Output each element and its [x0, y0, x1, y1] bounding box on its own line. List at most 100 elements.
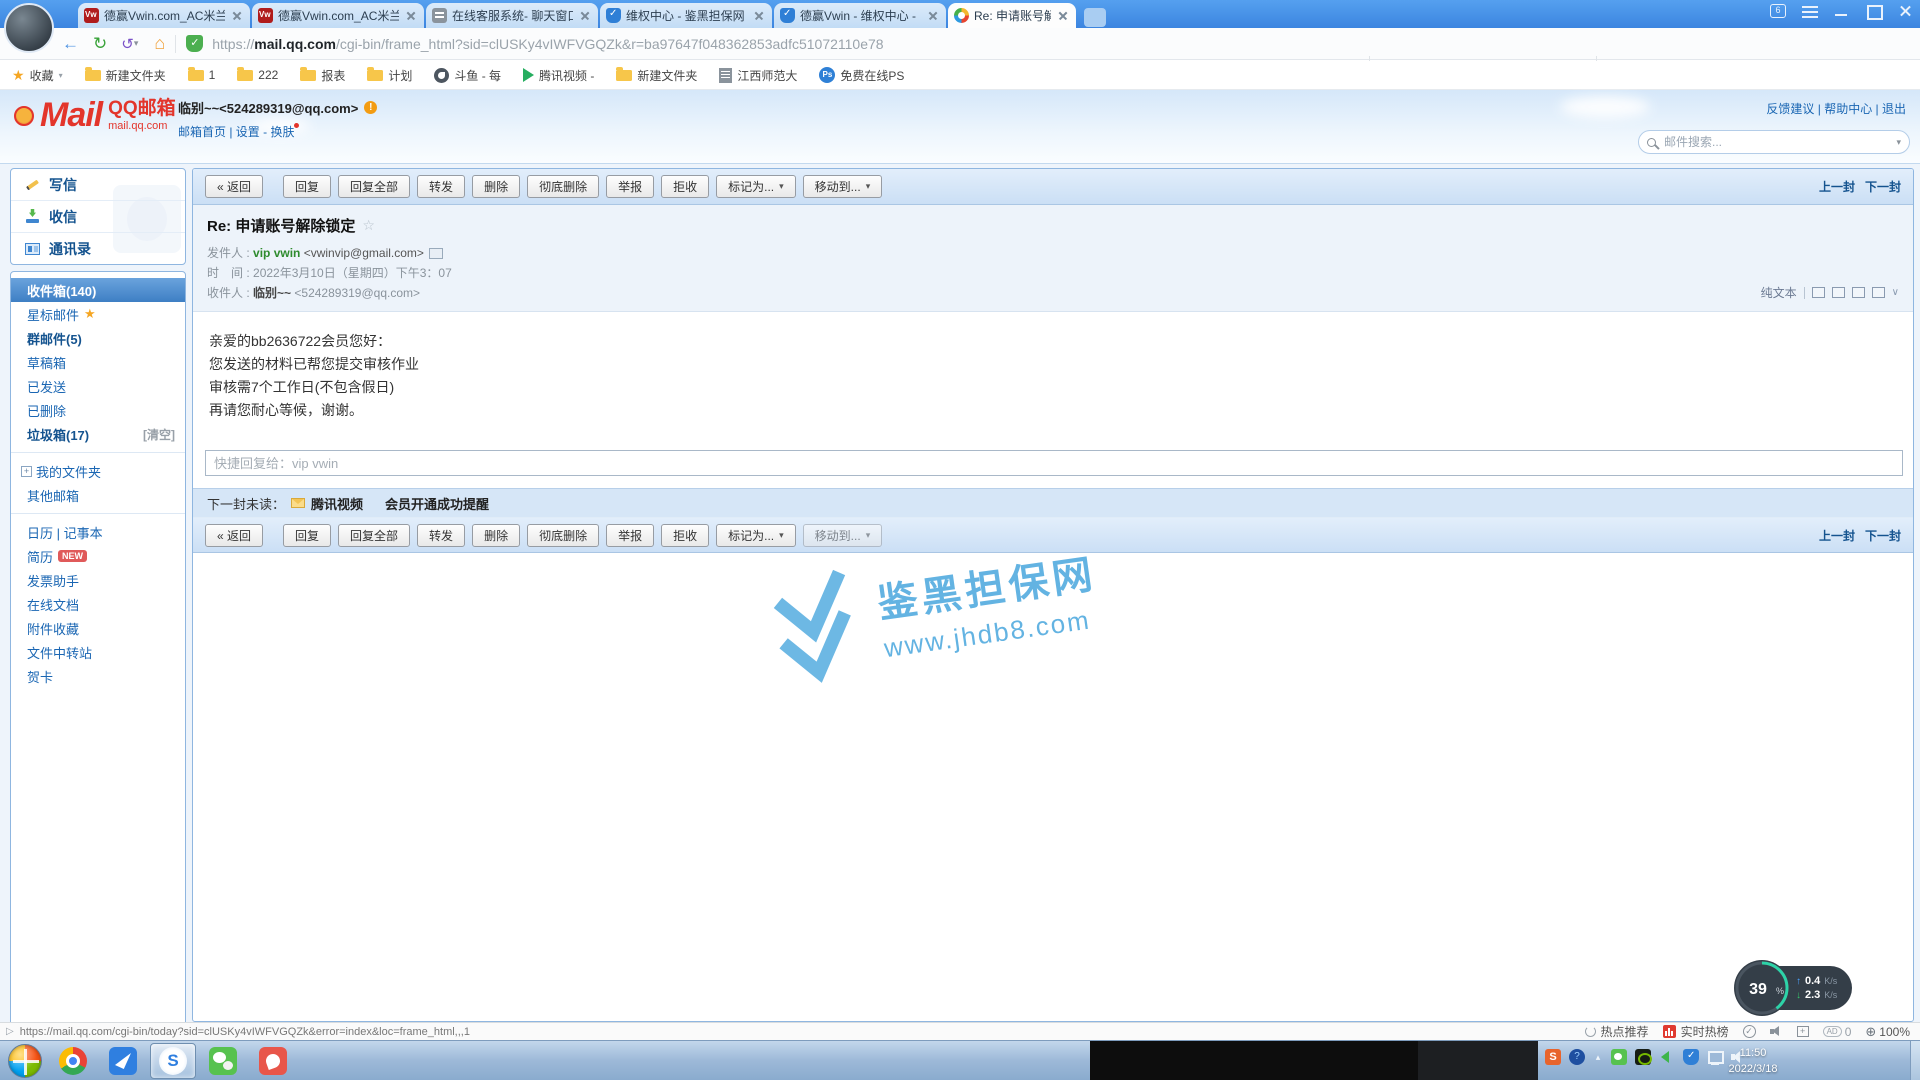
- bookmark-item-ps[interactable]: Ps免费在线PS: [819, 67, 904, 84]
- move-to-button[interactable]: 移动到...: [803, 524, 883, 547]
- print-icon[interactable]: [1872, 287, 1885, 298]
- next-message-link[interactable]: 下一封: [1865, 527, 1901, 544]
- sidebar-item-group-mail[interactable]: 群邮件(5): [11, 326, 185, 350]
- header-links[interactable]: 反馈建议 | 帮助中心 | 退出: [1766, 100, 1906, 117]
- tab-close-icon[interactable]: [752, 9, 766, 23]
- sender-email[interactable]: <vwinvip@gmail.com>: [304, 246, 424, 260]
- account-links[interactable]: 邮箱首页 | 设置 - 换肤: [178, 125, 294, 139]
- sidebar-item-resume[interactable]: 简历NEW: [11, 544, 185, 568]
- browser-tab[interactable]: 维权中心 - 鉴黑担保网: [600, 3, 772, 28]
- zoom-control[interactable]: ⊕ 100%: [1865, 1024, 1910, 1040]
- prev-message-link[interactable]: 上一封: [1819, 178, 1855, 195]
- browser-tab[interactable]: 德赢Vwin.com_AC米兰: [78, 3, 250, 28]
- compose-button[interactable]: 写信: [11, 169, 185, 201]
- start-button[interactable]: [8, 1044, 42, 1078]
- search-scope-caret-icon[interactable]: ▾: [1896, 137, 1901, 148]
- taskbar-sogou-browser[interactable]: S: [150, 1043, 196, 1079]
- collapse-icon[interactable]: ∨: [1892, 287, 1899, 298]
- star-outline-icon[interactable]: ☆: [362, 217, 375, 234]
- forward-button[interactable]: 转发: [417, 524, 465, 547]
- taskbar-wechat[interactable]: [200, 1043, 246, 1079]
- delete-button[interactable]: 删除: [472, 175, 520, 198]
- receive-button[interactable]: 收信: [11, 201, 185, 233]
- browser-tab[interactable]: 德赢Vwin.com_AC米兰: [252, 3, 424, 28]
- back-icon[interactable]: ←: [62, 34, 79, 54]
- reply-button[interactable]: 回复: [283, 524, 331, 547]
- tray-help-icon[interactable]: ?: [1569, 1049, 1585, 1065]
- bookmark-item-tencent-video[interactable]: 腾讯视频 -: [523, 67, 594, 84]
- tray-sogou-icon[interactable]: S: [1545, 1049, 1561, 1065]
- mark-as-button[interactable]: 标记为...: [716, 524, 796, 547]
- sidebar-item-spam[interactable]: 垃圾箱(17)[清空]: [11, 422, 185, 446]
- mail-search-box[interactable]: ▾: [1638, 130, 1910, 154]
- undo-icon[interactable]: ↺: [121, 35, 134, 53]
- block-button[interactable]: 拒收: [661, 524, 709, 547]
- sidebar-item-other-accounts[interactable]: 其他邮箱: [11, 483, 185, 507]
- sidebar-item-starred[interactable]: 星标邮件★: [11, 302, 185, 326]
- taskbar-xunlei[interactable]: [100, 1043, 146, 1079]
- close-icon[interactable]: [1898, 4, 1914, 18]
- open-in-new-icon[interactable]: [1812, 287, 1825, 298]
- report-button[interactable]: 举报: [606, 524, 654, 547]
- mark-as-button[interactable]: 标记为...: [716, 175, 796, 198]
- back-button[interactable]: « 返回: [205, 524, 263, 547]
- reply-button[interactable]: 回复: [283, 175, 331, 198]
- bookmark-item[interactable]: 计划: [367, 67, 412, 84]
- note-icon[interactable]: [1832, 287, 1845, 298]
- alert-icon[interactable]: !: [364, 101, 377, 114]
- taskbar-red-app[interactable]: [250, 1043, 296, 1079]
- tab-close-icon[interactable]: [926, 9, 940, 23]
- move-to-button[interactable]: 移动到...: [803, 175, 883, 198]
- minimize-icon[interactable]: [1834, 4, 1850, 18]
- sender-name[interactable]: vip vwin: [253, 246, 300, 260]
- bookmark-item[interactable]: 新建文件夹: [85, 67, 166, 84]
- delete-forever-button[interactable]: 彻底删除: [527, 175, 599, 198]
- undo-caret-icon[interactable]: ▾: [134, 38, 139, 49]
- delete-button[interactable]: 删除: [472, 524, 520, 547]
- reply-all-button[interactable]: 回复全部: [338, 524, 410, 547]
- browser-tab[interactable]: 在线客服系统- 聊天窗口: [426, 3, 598, 28]
- report-button[interactable]: 举报: [606, 175, 654, 198]
- sidebar-item-invoice[interactable]: 发票助手: [11, 568, 185, 592]
- next-unread-sender[interactable]: 腾讯视频: [311, 494, 363, 513]
- taskbar-clock[interactable]: 11:50 2022/3/18: [1718, 1045, 1788, 1077]
- sidebar-item-attachments[interactable]: 附件收藏: [11, 616, 185, 640]
- recipient-name[interactable]: 临别~~: [253, 286, 291, 300]
- tab-close-icon[interactable]: [1056, 9, 1070, 23]
- bookmark-item[interactable]: 1: [188, 68, 216, 82]
- memory-percent-circle[interactable]: 39 %: [1732, 958, 1792, 1018]
- quick-reply-input[interactable]: [205, 450, 1903, 476]
- mail-search-input[interactable]: [1664, 135, 1890, 149]
- sidebar-item-drafts[interactable]: 草稿箱: [11, 350, 185, 374]
- mute-icon[interactable]: [1770, 1026, 1783, 1037]
- tray-wechat-icon[interactable]: [1611, 1049, 1627, 1065]
- download-icon[interactable]: [1852, 287, 1865, 298]
- tray-security-shield-icon[interactable]: [1683, 1049, 1699, 1065]
- refresh-icon[interactable]: ↻: [93, 34, 107, 54]
- empty-spam-link[interactable]: [清空]: [143, 426, 175, 443]
- tray-expand-icon[interactable]: ▴: [1593, 1049, 1603, 1065]
- next-unread-subject[interactable]: 会员开通成功提醒: [385, 494, 489, 513]
- tab-close-icon[interactable]: [404, 9, 418, 23]
- plain-text-label[interactable]: 纯文本: [1761, 284, 1797, 301]
- address-bar[interactable]: https://mail.qq.com/cgi-bin/frame_html?s…: [212, 36, 883, 52]
- sidebar-item-docs[interactable]: 在线文档: [11, 592, 185, 616]
- bookmark-favorites[interactable]: ★ 收藏 ▾: [12, 67, 63, 84]
- security-shield-icon[interactable]: [186, 35, 203, 52]
- taskbar-dark-window[interactable]: [1090, 1041, 1538, 1080]
- menu-icon[interactable]: [1802, 6, 1818, 18]
- contacts-button[interactable]: 通讯录: [11, 233, 185, 265]
- bookmark-item-douyu[interactable]: 斗鱼 - 每: [434, 67, 501, 84]
- next-unread-row[interactable]: 下一封未读： 腾讯视频 会员开通成功提醒: [193, 489, 1913, 517]
- prev-message-link[interactable]: 上一封: [1819, 527, 1855, 544]
- expand-icon[interactable]: +: [21, 466, 32, 477]
- sidebar-item-inbox[interactable]: 收件箱(140): [11, 278, 185, 302]
- hot-recommend[interactable]: 热点推荐: [1585, 1023, 1649, 1040]
- browser-tab-active[interactable]: Re: 申请账号解除锁定: [948, 3, 1076, 28]
- sidebar-item-greeting-card[interactable]: 贺卡: [11, 664, 185, 688]
- tab-close-icon[interactable]: [230, 9, 244, 23]
- forward-button[interactable]: 转发: [417, 175, 465, 198]
- block-button[interactable]: 拒收: [661, 175, 709, 198]
- download-count-badge[interactable]: 6: [1770, 4, 1786, 18]
- sidebar-item-my-folders[interactable]: +我的文件夹: [11, 459, 185, 483]
